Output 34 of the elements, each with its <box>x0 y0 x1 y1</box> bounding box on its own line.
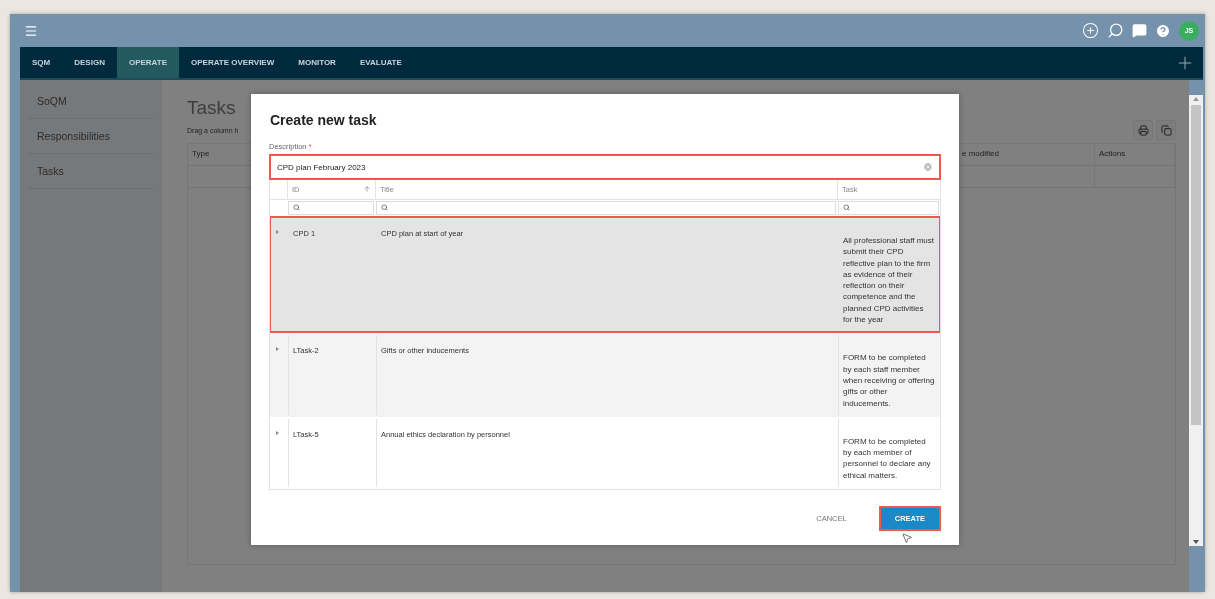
nav-tab[interactable]: OPERATE OVERVIEW <box>179 47 287 78</box>
printer-icon <box>1137 124 1149 136</box>
plus-circle-icon[interactable] <box>1082 22 1099 39</box>
help-icon[interactable] <box>1155 22 1171 39</box>
nav-tab[interactable]: SQM <box>20 47 63 78</box>
search-icon <box>381 204 388 212</box>
task-cell: All professional staff must submit their CPD reflective plan to the firm as evidence of their reflection on their competence and the planned CPD activities for the year <box>838 217 939 332</box>
expand-icon[interactable] <box>276 347 279 352</box>
nav-tab[interactable]: MONITOR <box>286 47 348 78</box>
task-cell: FORM to be completed by each staff member when receiving or offering gifts or other inducements. <box>838 335 939 415</box>
filter-field[interactable] <box>288 201 374 215</box>
nav-tab[interactable]: OPERATE <box>116 47 179 78</box>
description-field[interactable]: CPD plan February 2023 <box>269 154 941 180</box>
chat-icon[interactable] <box>1132 23 1147 38</box>
search-icon <box>293 204 300 212</box>
dialog-title: Create new task <box>270 112 378 128</box>
page-title: Tasks <box>187 97 236 119</box>
print-button[interactable] <box>1133 120 1153 140</box>
scrollbar[interactable] <box>1189 95 1203 546</box>
search-icon[interactable] <box>1107 22 1124 39</box>
nav-tab[interactable]: EVALUATE <box>347 47 414 78</box>
menu-icon[interactable] <box>24 23 38 38</box>
search-icon <box>843 204 850 212</box>
description-input[interactable]: CPD plan February 2023 <box>277 162 923 172</box>
task-cell: FORM to be completed by each member of personnel to declare any ethical matters. <box>838 418 939 487</box>
copy-icon <box>1160 124 1172 136</box>
copy-button[interactable] <box>1156 120 1176 140</box>
clear-icon[interactable] <box>923 162 933 172</box>
nav-tab[interactable]: DESIGN <box>62 47 117 78</box>
expand-icon[interactable] <box>276 430 279 435</box>
filter-field[interactable] <box>838 201 939 215</box>
filter-field[interactable] <box>376 201 836 215</box>
column-header: Actions <box>1095 144 1175 165</box>
expand-icon[interactable] <box>276 229 279 234</box>
